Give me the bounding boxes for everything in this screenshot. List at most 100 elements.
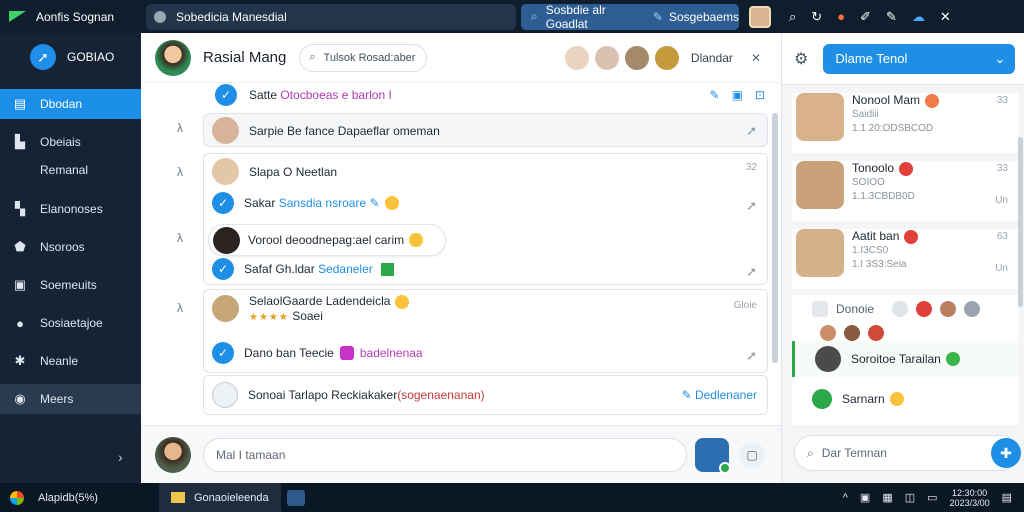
message-card[interactable]: Sarpie Be fance Dapaeflar omeman ➚ — [203, 113, 768, 147]
message-row: Slapa O Neetlan — [212, 158, 762, 185]
reply-icon[interactable]: λ — [177, 165, 183, 179]
network-icon[interactable]: ▦ — [882, 491, 892, 504]
sidebar-item-neanle[interactable]: ✱ Neanle — [0, 346, 141, 376]
group-item[interactable]: Sarnarn — [792, 381, 1018, 417]
battery-icon[interactable]: ▭ — [927, 491, 937, 504]
expand-icon[interactable]: ⊡ — [755, 88, 765, 102]
app-logo-icon — [9, 11, 26, 22]
avatar[interactable] — [964, 301, 981, 317]
clock-date: 2023/3/00 — [949, 497, 990, 508]
taskbar-app[interactable]: Gonaoieleenda — [159, 483, 281, 512]
reply-icon[interactable]: λ — [177, 231, 183, 245]
contact-time: 1.I 3S3:Seia — [852, 258, 907, 270]
contact-selector[interactable]: Dlame Tenol ⌄ — [823, 43, 1016, 74]
avatar[interactable] — [695, 437, 731, 474]
message-link[interactable]: badelnenaa — [360, 346, 423, 360]
avatar[interactable] — [654, 45, 679, 70]
avatar[interactable] — [820, 325, 836, 341]
send-icon[interactable]: ➚ — [746, 123, 757, 139]
chevron-right-icon[interactable]: › — [118, 449, 123, 465]
app-icon[interactable] — [287, 489, 305, 506]
scrollbar[interactable] — [1018, 137, 1023, 307]
top-search-box[interactable]: ⌕ Sosbdie alr Goadlat ✎ Sosgebaems — [521, 3, 739, 31]
edit-icon[interactable]: ✎ — [710, 88, 720, 102]
chat-search-placeholder: Tulsok Rosad:aber — [323, 51, 416, 64]
avatar[interactable] — [155, 436, 191, 473]
action-link[interactable]: ✎ Dedlenaner — [682, 388, 757, 402]
message-bubble[interactable]: Vorool deoodnepag:ael carim — [208, 224, 446, 256]
contact-item[interactable]: Tonoolo SOIOO 1.1.3CBDB0D 33 Un — [792, 161, 1018, 221]
sender-name: SelaolGaarde Ladendeicla — [249, 294, 391, 308]
emoji-icon — [384, 196, 399, 211]
sidebar-item-sosiaetajoe[interactable]: ● Sosiaetajoe — [0, 308, 141, 338]
reply-icon[interactable]: λ — [177, 301, 183, 315]
gear-icon[interactable]: ⚙ — [794, 49, 808, 69]
sidebar-item-nsoroos[interactable]: ⬟ Nsoroos — [0, 232, 141, 262]
notifications-icon[interactable]: ▤ — [1002, 491, 1012, 504]
share-icon[interactable]: ✎ — [886, 9, 897, 25]
avatar[interactable] — [940, 301, 957, 317]
cloud-icon[interactable]: ☁ — [912, 9, 925, 25]
avatar[interactable] — [892, 301, 909, 317]
selector-label: Dlame Tenol — [835, 51, 908, 66]
sidebar-item-dbodan[interactable]: ▤ Dbodan — [0, 89, 147, 119]
attach-icon[interactable]: ▢ — [739, 441, 765, 468]
sidebar-item-soemeuits[interactable]: ▣ Soemeuits — [0, 270, 141, 300]
send-icon[interactable]: ➚ — [746, 198, 757, 214]
send-icon[interactable]: ➚ — [746, 348, 757, 364]
avatar[interactable] — [594, 45, 619, 70]
contact-item[interactable]: Aatit ban 1.I3CS0 1.I 3S3:Seia 63 Un — [792, 229, 1018, 289]
edit-icon[interactable]: ✐ — [860, 9, 871, 25]
start-button[interactable]: Alapidb(5%) — [0, 490, 155, 505]
pencil-icon: ✎ — [652, 9, 663, 24]
message-link[interactable]: Sedaneler — [318, 262, 373, 276]
sidebar-item-obeiais[interactable]: ▙ Obeiais — [0, 127, 141, 157]
avatar[interactable] — [155, 39, 191, 76]
search-icon[interactable]: ⌕ — [789, 9, 796, 25]
message-input[interactable]: Mal I tamaan — [203, 437, 687, 472]
window-icon[interactable]: ▣ — [860, 491, 870, 504]
sidebar-item-label: Nsoroos — [40, 240, 85, 254]
sidebar-item-meers[interactable]: ◉ Meers — [0, 384, 141, 414]
user-avatar[interactable] — [749, 5, 771, 28]
avatar[interactable] — [844, 325, 860, 341]
close-icon[interactable]: ✕ — [751, 51, 761, 65]
scrollbar[interactable] — [772, 113, 778, 363]
contact-search-input[interactable]: ⌕ Dar Temnan ✚ — [794, 435, 1021, 471]
add-button[interactable]: ✚ — [991, 438, 1021, 468]
message-card[interactable]: SelaolGaarde Ladendeicla ★★★★ Soaei Gloie… — [203, 289, 768, 373]
chat-search-input[interactable]: ⌕ Tulsok Rosad:aber — [299, 43, 428, 72]
refresh-icon[interactable]: ↻ — [811, 9, 822, 25]
group-item[interactable]: Soroitoe Tarailan — [792, 341, 1018, 377]
emoji-icon — [889, 392, 904, 406]
avatar — [815, 346, 841, 372]
clock[interactable]: 12:30:00 2023/3/00 — [950, 488, 990, 508]
message-card[interactable]: Sonoai Tarlapo Reckiakaker(sogenaenanan)… — [203, 375, 768, 415]
check-icon: ✓ — [215, 84, 237, 106]
sidebar-item-elanonoses[interactable]: ▚ Elanonoses — [0, 194, 141, 224]
avatar[interactable] — [624, 45, 649, 70]
reply-icon[interactable]: λ — [177, 121, 183, 135]
message-link[interactable]: Sansdia nsroare — [279, 196, 366, 210]
sidebar-subitem-remanal[interactable]: Remanal — [0, 160, 141, 180]
avatar[interactable] — [916, 301, 933, 317]
clock-time: 12:30:00 — [952, 487, 988, 498]
chevron-up-icon[interactable]: ^ — [843, 492, 848, 504]
square-icon: ▣ — [13, 277, 27, 292]
gear-icon: ✱ — [14, 353, 26, 368]
avatar[interactable] — [564, 45, 589, 70]
notification-icon[interactable]: ● — [837, 9, 845, 24]
copy-icon[interactable]: ▣ — [732, 88, 743, 102]
send-icon[interactable]: ➚ — [746, 264, 757, 280]
contact-info: Tonoolo SOIOO 1.1.3CBDB0D — [852, 161, 915, 221]
message-card[interactable]: Slapa O Neetlan 32 ✓ Sakar Sansdia nsroa… — [203, 153, 768, 285]
avatar — [212, 294, 239, 322]
volume-icon[interactable]: ◫ — [905, 491, 915, 504]
avatar[interactable] — [868, 325, 884, 341]
top-bar: Aonfis Sognan Sobedicia Manesdial ⌕ Sosb… — [0, 0, 1024, 33]
contact-item[interactable]: Nonool Mam Saidiii 1.1 20:ODSBCOD 33 — [792, 93, 1018, 153]
close-icon[interactable]: ✕ — [940, 9, 951, 25]
emoji-icon — [945, 352, 960, 366]
message-row: ✓ Safaf Gh.ldar Sedaneler — [212, 258, 762, 280]
sender-name: Slapa O Neetlan — [249, 164, 338, 179]
